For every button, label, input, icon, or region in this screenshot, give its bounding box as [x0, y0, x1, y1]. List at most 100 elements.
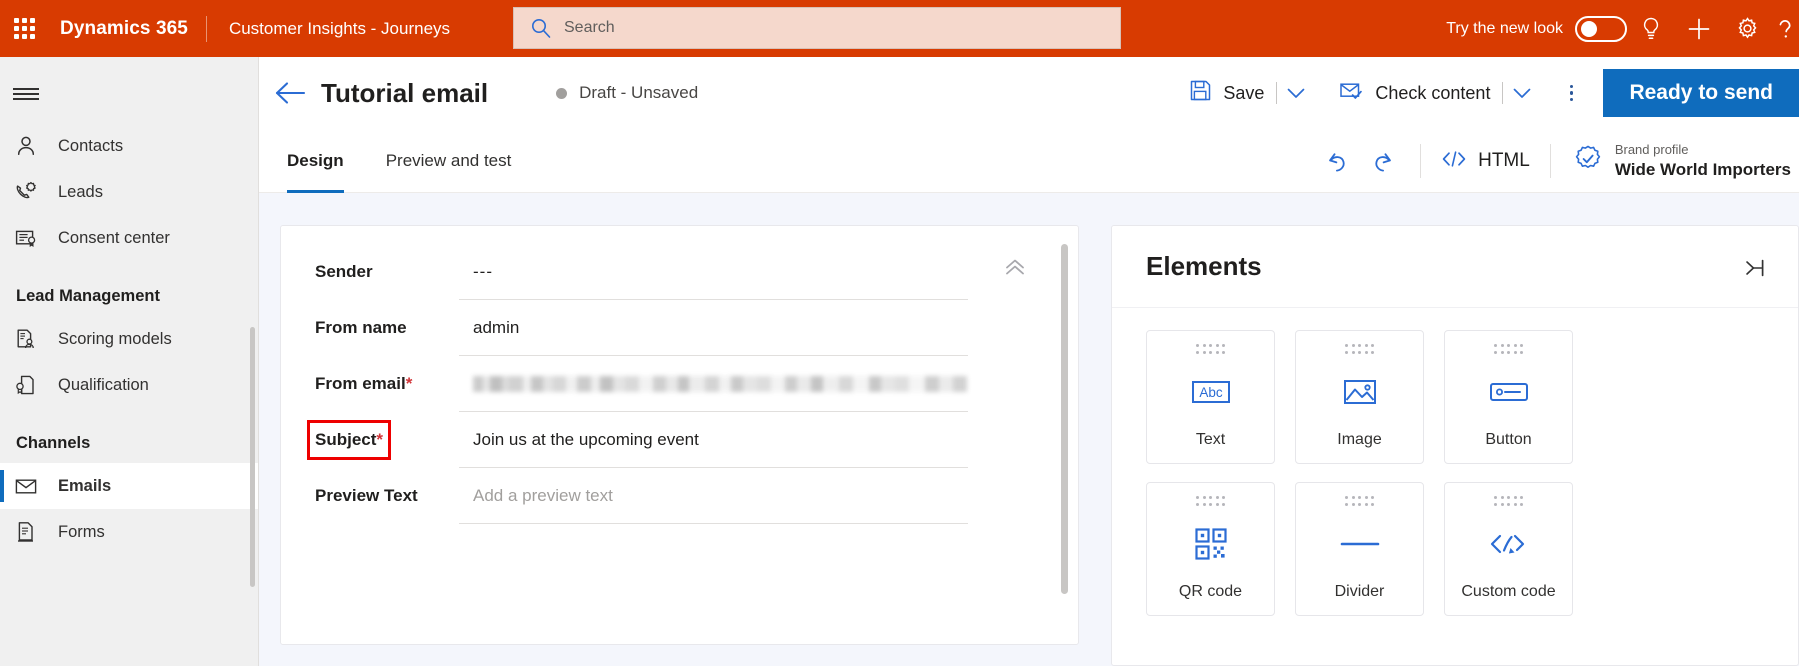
sidebar-scrollbar[interactable] — [250, 327, 255, 587]
panel-collapse-icon[interactable] — [1738, 252, 1770, 284]
field-from-email: From email* — [315, 356, 968, 412]
element-tile-image[interactable]: Image — [1295, 330, 1424, 464]
new-look-toggle[interactable] — [1575, 15, 1627, 42]
sidebar-item-scoring-models[interactable]: Scoring models — [0, 316, 258, 362]
drag-handle-icon[interactable] — [1494, 496, 1523, 506]
drag-handle-icon[interactable] — [1494, 344, 1523, 354]
search-input[interactable]: Search — [513, 7, 1121, 49]
from-email-input[interactable] — [459, 356, 968, 412]
toolbar-divider — [1549, 144, 1551, 178]
status-text: Draft - Unsaved — [579, 83, 699, 102]
from-name-input[interactable]: admin — [459, 300, 968, 356]
element-tile-button[interactable]: Button — [1444, 330, 1573, 464]
new-look-label: Try the new look — [1446, 19, 1563, 37]
check-content-chevron-down-icon[interactable] — [1505, 73, 1539, 113]
button-icon — [1445, 354, 1572, 432]
lead-phone-icon — [14, 180, 44, 204]
undo-icon[interactable] — [1314, 138, 1360, 184]
field-label: From email* — [315, 374, 413, 393]
save-button[interactable]: Save — [1179, 73, 1274, 113]
custom-code-icon — [1445, 506, 1572, 584]
email-header-card: Sender --- From name admin From email* S… — [280, 225, 1079, 645]
brand-badge-check-icon — [1573, 144, 1603, 179]
left-sidebar: Contacts Leads Consent center Lead Manag… — [0, 57, 259, 666]
sidebar-item-qualification[interactable]: Qualification — [0, 362, 258, 408]
field-label: From name — [315, 318, 407, 337]
sidebar-item-label: Consent center — [58, 228, 170, 247]
lightbulb-icon[interactable] — [1627, 0, 1675, 57]
drag-handle-icon[interactable] — [1196, 344, 1225, 354]
envelope-check-icon — [1339, 80, 1364, 107]
redo-icon[interactable] — [1360, 138, 1406, 184]
gear-icon[interactable] — [1723, 0, 1771, 57]
sidebar-item-leads[interactable]: Leads — [0, 169, 258, 215]
sidebar-item-label: Emails — [58, 476, 112, 495]
image-icon — [1296, 354, 1423, 432]
html-button[interactable]: HTML — [1435, 139, 1536, 183]
tab-design[interactable]: Design — [273, 129, 358, 193]
help-question-icon[interactable] — [1771, 0, 1799, 57]
envelope-icon — [14, 474, 44, 498]
field-label: Subject* — [315, 430, 384, 449]
sender-value[interactable]: --- — [459, 244, 968, 300]
sidebar-group-channels: Channels — [16, 434, 91, 452]
plus-icon[interactable] — [1675, 0, 1723, 57]
elements-tile-grid: Abc Text Image Button QR code Divider Cu… — [1112, 308, 1798, 616]
sidebar-item-consent-center[interactable]: Consent center — [0, 215, 258, 261]
sidebar-item-forms[interactable]: Forms — [0, 509, 258, 555]
sidebar-item-emails[interactable]: Emails — [0, 463, 258, 509]
back-arrow-icon[interactable] — [259, 57, 313, 129]
save-chevron-down-icon[interactable] — [1279, 73, 1313, 113]
elements-panel-title: Elements — [1146, 251, 1262, 281]
element-tile-label: Divider — [1334, 583, 1385, 600]
text-abc-icon: Abc — [1147, 354, 1274, 432]
element-tile-qr-code[interactable]: QR code — [1146, 482, 1275, 616]
sidebar-item-label: Contacts — [58, 136, 124, 155]
html-label: HTML — [1478, 150, 1530, 171]
sidebar-item-contacts[interactable]: Contacts — [0, 123, 258, 169]
check-content-button[interactable]: Check content — [1329, 73, 1500, 113]
subject-input[interactable]: Join us at the upcoming event — [459, 412, 968, 468]
drag-handle-icon[interactable] — [1196, 496, 1225, 506]
divider-icon — [1296, 506, 1423, 584]
person-icon — [14, 134, 44, 158]
command-bar-actions: Save Check content Ready to send — [1179, 57, 1799, 129]
tabs-bar: Design Preview and test HTML Brand profi… — [259, 129, 1799, 193]
brand-title[interactable]: Dynamics 365 — [48, 18, 206, 40]
brand-profile-caption: Brand profile — [1614, 142, 1689, 158]
more-vertical-icon[interactable] — [1551, 73, 1591, 113]
element-tile-label: QR code — [1178, 583, 1243, 600]
drag-handle-icon[interactable] — [1345, 344, 1374, 354]
command-divider — [1502, 82, 1504, 104]
command-bar: Tutorial email Draft - Unsaved Save Chec… — [259, 57, 1799, 129]
element-tile-label: Button — [1485, 431, 1532, 448]
element-tile-divider[interactable]: Divider — [1295, 482, 1424, 616]
element-tile-text[interactable]: Abc Text — [1146, 330, 1275, 464]
code-brackets-icon — [1441, 150, 1467, 173]
tab-preview-and-test[interactable]: Preview and test — [372, 129, 526, 193]
hamburger-menu-icon[interactable] — [0, 65, 52, 123]
elements-panel: Elements Abc Text Image Button QR code D… — [1111, 225, 1799, 666]
header-actions: Try the new look — [1446, 0, 1799, 57]
field-label: Sender — [315, 262, 373, 281]
sidebar-item-label: Qualification — [58, 375, 149, 394]
element-tile-label: Text — [1195, 431, 1226, 448]
toolbar-divider — [1420, 144, 1422, 178]
chevron-double-up-icon[interactable] — [1000, 252, 1030, 282]
drag-handle-icon[interactable] — [1345, 496, 1374, 506]
svg-text:Abc: Abc — [1199, 385, 1223, 400]
app-launcher-waffle-icon[interactable] — [0, 0, 48, 57]
sidebar-group-lead-management: Lead Management — [16, 287, 160, 305]
elements-panel-header: Elements — [1112, 226, 1798, 308]
status-badge: Draft - Unsaved — [488, 83, 698, 103]
ready-to-send-button[interactable]: Ready to send — [1603, 69, 1799, 117]
search-icon — [530, 17, 552, 39]
element-tile-label: Custom code — [1461, 583, 1556, 600]
preview-text-input[interactable]: Add a preview text — [459, 468, 968, 524]
email-card-scrollbar[interactable] — [1061, 244, 1068, 594]
save-floppy-icon — [1189, 79, 1212, 107]
app-name[interactable]: Customer Insights - Journeys — [207, 19, 450, 39]
element-tile-custom-code[interactable]: Custom code — [1444, 482, 1573, 616]
scoring-model-icon — [14, 327, 44, 351]
brand-profile-button[interactable]: Brand profile Wide World Importers — [1565, 135, 1799, 187]
